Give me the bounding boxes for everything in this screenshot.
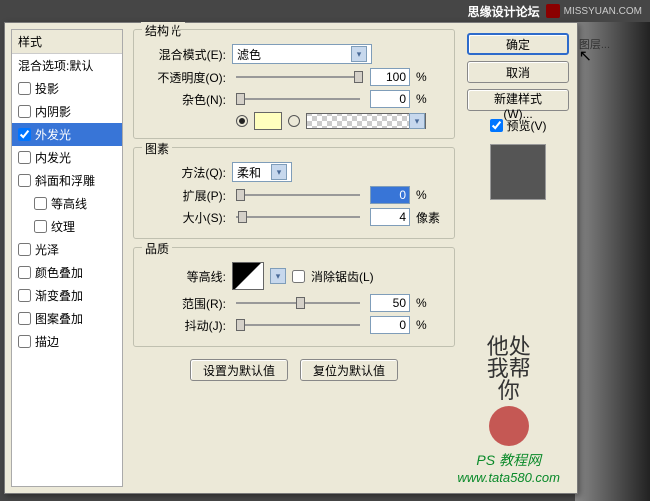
noise-input[interactable] xyxy=(370,90,410,108)
background-photo xyxy=(575,22,650,501)
style-item-pattern-overlay[interactable]: 图案叠加 xyxy=(12,307,122,330)
range-unit: % xyxy=(416,296,444,310)
technique-label: 方法(Q): xyxy=(144,164,226,181)
range-label: 范围(R): xyxy=(144,295,226,312)
set-default-button[interactable]: 设置为默认值 xyxy=(190,359,288,381)
checkbox-icon[interactable] xyxy=(18,105,31,118)
ok-button[interactable]: 确定 xyxy=(467,33,569,55)
size-slider[interactable] xyxy=(236,216,360,218)
dialog-buttons-column: 确定 取消 新建样式(W)... 预览(V) xyxy=(465,29,571,487)
spread-label: 扩展(P): xyxy=(144,187,226,204)
app-topbar: 思缘设计论坛 MISSYUAN.COM xyxy=(0,0,650,22)
checkbox-icon[interactable] xyxy=(18,82,31,95)
antialias-label: 消除锯齿(L) xyxy=(311,268,374,285)
spread-slider[interactable] xyxy=(236,194,360,196)
layer-style-dialog: 外发光 样式 混合选项:默认 投影 内阴影 外发光 内发光 斜面和浮雕 等高线 … xyxy=(4,22,578,494)
antialias-checkbox[interactable] xyxy=(292,270,305,283)
styles-column: 样式 混合选项:默认 投影 内阴影 外发光 内发光 斜面和浮雕 等高线 纹理 光… xyxy=(11,29,123,487)
contour-label: 等高线: xyxy=(144,268,226,285)
noise-unit: % xyxy=(416,92,444,106)
gradient-swatch[interactable]: ▾ xyxy=(306,113,426,129)
noise-label: 杂色(N): xyxy=(144,91,226,108)
jitter-unit: % xyxy=(416,318,444,332)
style-item-color-overlay[interactable]: 颜色叠加 xyxy=(12,261,122,284)
preview-swatch xyxy=(490,144,546,200)
styles-list: 样式 混合选项:默认 投影 内阴影 外发光 内发光 斜面和浮雕 等高线 纹理 光… xyxy=(11,29,123,487)
checkbox-icon[interactable] xyxy=(18,266,31,279)
opacity-label: 不透明度(O): xyxy=(144,69,226,86)
contour-swatch[interactable] xyxy=(232,262,264,290)
spread-unit: % xyxy=(416,188,444,202)
chevron-down-icon[interactable]: ▾ xyxy=(351,46,367,62)
checkbox-icon[interactable] xyxy=(18,174,31,187)
blend-default-label: 混合选项:默认 xyxy=(18,57,93,74)
style-item-gradient-overlay[interactable]: 渐变叠加 xyxy=(12,284,122,307)
opacity-input[interactable] xyxy=(370,68,410,86)
preview-checkbox[interactable] xyxy=(490,119,503,132)
external-layer-label: 图层... xyxy=(579,36,610,52)
size-unit: 像素 xyxy=(416,209,444,226)
styles-header[interactable]: 样式 xyxy=(12,30,122,54)
gradient-radio[interactable] xyxy=(288,115,300,127)
spread-input[interactable] xyxy=(370,186,410,204)
topbar-logo-icon xyxy=(546,4,560,18)
color-radio[interactable] xyxy=(236,115,248,127)
style-item-outer-glow[interactable]: 外发光 xyxy=(12,123,122,146)
elements-group: 图素 方法(Q): 柔和 ▾ 扩展(P): % 大小(S): 像素 xyxy=(133,147,455,239)
style-item-stroke[interactable]: 描边 xyxy=(12,330,122,353)
topbar-url: MISSYUAN.COM xyxy=(564,6,642,17)
quality-group: 品质 等高线: ▾ 消除锯齿(L) 范围(R): % 抖动(J): % xyxy=(133,247,455,347)
structure-legend: 结构 xyxy=(142,22,172,39)
style-item-texture[interactable]: 纹理 xyxy=(12,215,122,238)
elements-legend: 图素 xyxy=(142,140,172,157)
checkbox-icon[interactable] xyxy=(18,128,31,141)
settings-column: 结构 混合模式(E): 滤色 ▾ 不透明度(O): % 杂色(N): % xyxy=(123,29,465,487)
chevron-down-icon[interactable]: ▾ xyxy=(271,164,287,180)
size-label: 大小(S): xyxy=(144,209,226,226)
chevron-down-icon[interactable]: ▾ xyxy=(409,113,425,129)
preview-label: 预览(V) xyxy=(507,117,547,134)
style-item-inner-glow[interactable]: 内发光 xyxy=(12,146,122,169)
quality-legend: 品质 xyxy=(142,240,172,257)
checkbox-icon[interactable] xyxy=(34,197,47,210)
checkbox-icon[interactable] xyxy=(18,243,31,256)
checkbox-icon[interactable] xyxy=(18,151,31,164)
style-item-satin[interactable]: 光泽 xyxy=(12,238,122,261)
opacity-slider[interactable] xyxy=(236,76,360,78)
chevron-down-icon[interactable]: ▾ xyxy=(270,268,286,284)
style-item-contour[interactable]: 等高线 xyxy=(12,192,122,215)
checkbox-icon[interactable] xyxy=(34,220,47,233)
style-item-drop-shadow[interactable]: 投影 xyxy=(12,77,122,100)
checkbox-icon[interactable] xyxy=(18,289,31,302)
blend-options-default[interactable]: 混合选项:默认 xyxy=(12,54,122,77)
jitter-slider[interactable] xyxy=(236,324,360,326)
technique-select[interactable]: 柔和 ▾ xyxy=(232,162,292,182)
color-chip[interactable] xyxy=(254,112,282,130)
style-item-bevel[interactable]: 斜面和浮雕 xyxy=(12,169,122,192)
jitter-label: 抖动(J): xyxy=(144,317,226,334)
style-item-inner-shadow[interactable]: 内阴影 xyxy=(12,100,122,123)
cancel-button[interactable]: 取消 xyxy=(467,61,569,83)
range-input[interactable] xyxy=(370,294,410,312)
blend-mode-select[interactable]: 滤色 ▾ xyxy=(232,44,372,64)
size-input[interactable] xyxy=(370,208,410,226)
blend-mode-label: 混合模式(E): xyxy=(144,46,226,63)
reset-default-button[interactable]: 复位为默认值 xyxy=(300,359,398,381)
noise-slider[interactable] xyxy=(236,98,360,100)
topbar-title: 思缘设计论坛 xyxy=(468,3,540,20)
checkbox-icon[interactable] xyxy=(18,335,31,348)
checkbox-icon[interactable] xyxy=(18,312,31,325)
new-style-button[interactable]: 新建样式(W)... xyxy=(467,89,569,111)
structure-group: 结构 混合模式(E): 滤色 ▾ 不透明度(O): % 杂色(N): % xyxy=(133,29,455,139)
range-slider[interactable] xyxy=(236,302,360,304)
jitter-input[interactable] xyxy=(370,316,410,334)
opacity-unit: % xyxy=(416,70,444,84)
